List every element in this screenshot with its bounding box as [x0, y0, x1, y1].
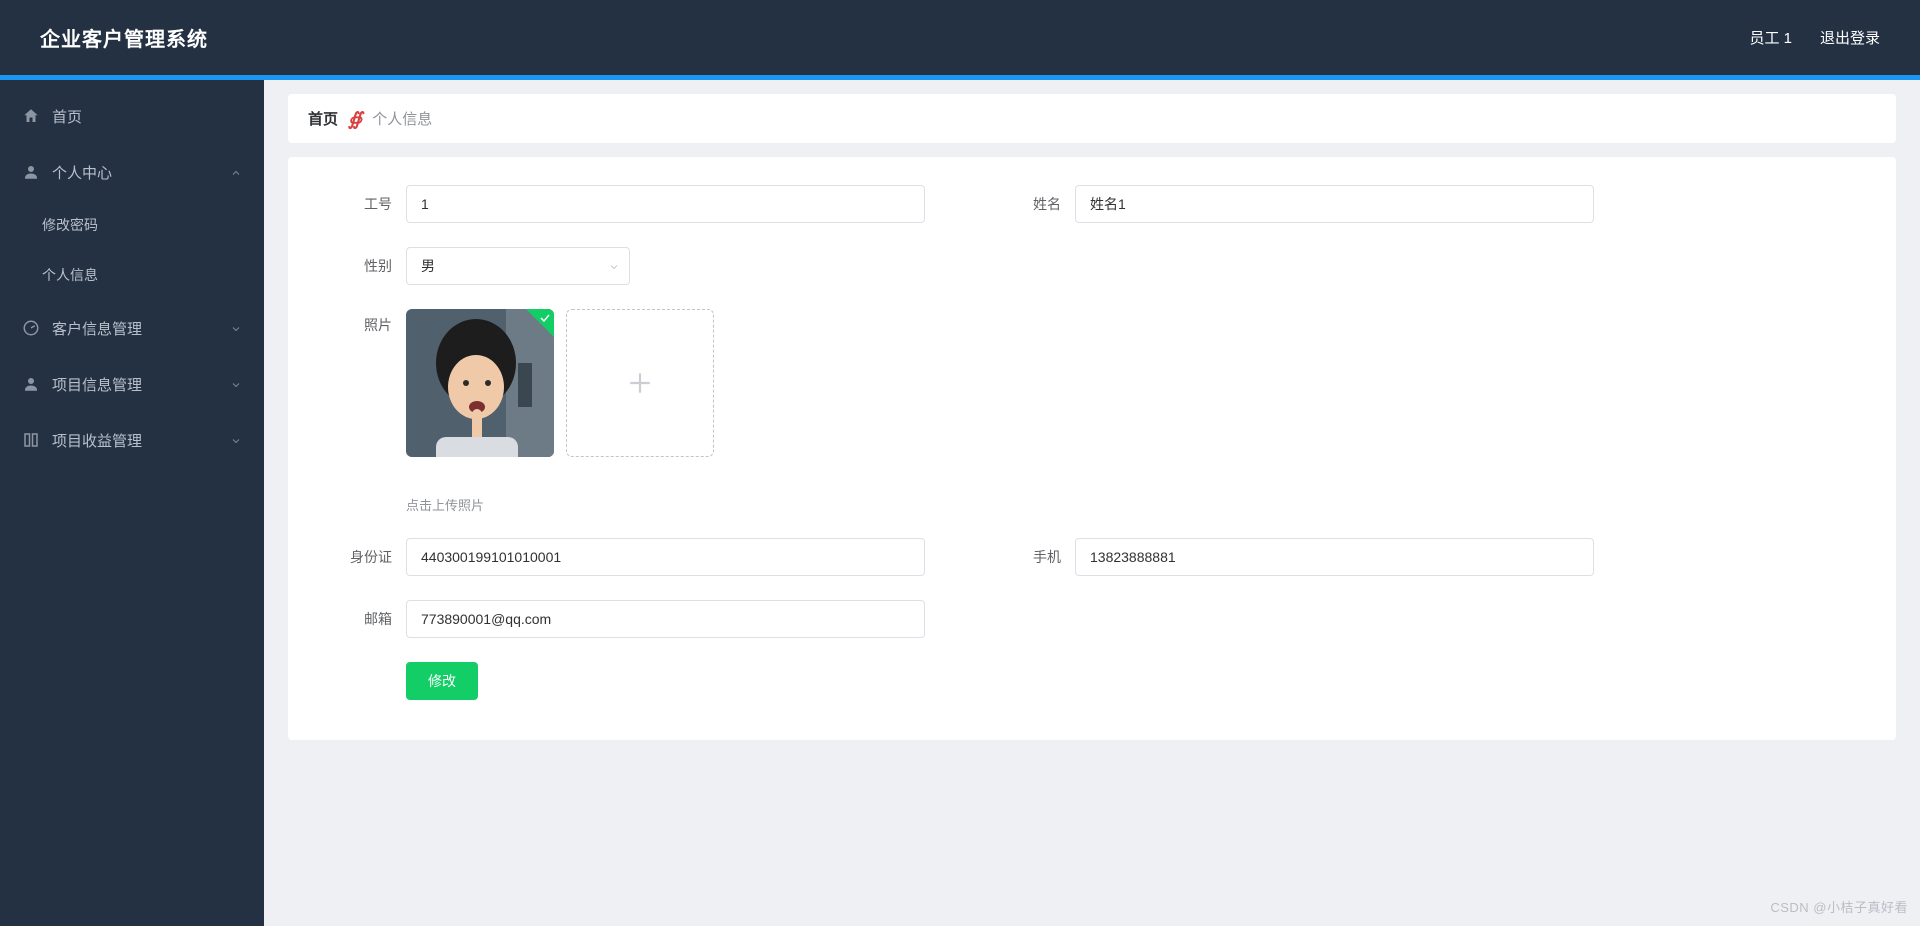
column-icon	[22, 431, 40, 449]
label-email: 邮箱	[336, 609, 392, 629]
sidebar-item-profile[interactable]: 个人信息	[0, 250, 264, 300]
submit-button[interactable]: 修改	[406, 662, 478, 700]
sidebar-item-label: 个人中心	[52, 162, 112, 183]
chevron-down-icon	[608, 260, 620, 272]
form-card: 工号 姓名 性别	[288, 157, 1896, 740]
photo-thumbs	[406, 309, 714, 457]
chevron-down-icon	[230, 378, 242, 390]
sidebar-item-home[interactable]: 首页	[0, 88, 264, 144]
email-input[interactable]	[406, 600, 925, 638]
label-gender: 性别	[336, 256, 392, 276]
name-input[interactable]	[1075, 185, 1594, 223]
sidebar-item-label: 修改密码	[42, 215, 98, 235]
sidebar-item-label: 项目收益管理	[52, 430, 142, 451]
user-box: 员工 1 退出登录	[1749, 27, 1880, 48]
sidebar-item-label: 客户信息管理	[52, 318, 142, 339]
label-photo: 照片	[336, 309, 392, 335]
sidebar-item-projects[interactable]: 项目信息管理	[0, 356, 264, 412]
breadcrumb-separator-icon: ∯	[348, 110, 362, 128]
sidebar-item-personal[interactable]: 个人中心	[0, 144, 264, 200]
label-phone: 手机	[1005, 547, 1061, 567]
sidebar-item-label: 首页	[52, 106, 82, 127]
breadcrumb: 首页 ∯ 个人信息	[288, 94, 1896, 143]
sidebar-item-customers[interactable]: 客户信息管理	[0, 300, 264, 356]
photo-uploader[interactable]	[566, 309, 714, 457]
breadcrumb-home[interactable]: 首页	[308, 108, 338, 129]
label-emp-no: 工号	[336, 194, 392, 214]
home-icon	[22, 107, 40, 125]
plus-icon	[627, 370, 653, 396]
app-title: 企业客户管理系统	[40, 23, 208, 52]
chevron-down-icon	[230, 434, 242, 446]
breadcrumb-current: 个人信息	[372, 108, 432, 129]
user-label[interactable]: 员工 1	[1749, 27, 1792, 48]
upload-hint: 点击上传照片	[406, 495, 1848, 514]
sidebar-item-revenue[interactable]: 项目收益管理	[0, 412, 264, 468]
topbar: 企业客户管理系统 员工 1 退出登录	[0, 0, 1920, 80]
sidebar-item-label: 个人信息	[42, 265, 98, 285]
gender-select-value[interactable]	[406, 247, 630, 285]
chevron-up-icon	[230, 166, 242, 178]
main: 首页 ∯ 个人信息 工号 姓名 性别	[264, 80, 1920, 926]
logout-link[interactable]: 退出登录	[1820, 27, 1880, 48]
emp-no-input[interactable]	[406, 185, 925, 223]
label-name: 姓名	[1005, 194, 1061, 214]
gender-select[interactable]	[406, 247, 630, 285]
user-icon	[22, 163, 40, 181]
phone-input[interactable]	[1075, 538, 1594, 576]
chevron-down-icon	[230, 322, 242, 334]
photo-thumb[interactable]	[406, 309, 554, 457]
check-icon	[539, 311, 551, 323]
sidebar-item-change-password[interactable]: 修改密码	[0, 200, 264, 250]
label-idcard: 身份证	[336, 547, 392, 567]
idcard-input[interactable]	[406, 538, 925, 576]
gauge-icon	[22, 319, 40, 337]
sidebar: 首页 个人中心 修改密码 个人信息 客户信息管理	[0, 80, 264, 926]
sidebar-item-label: 项目信息管理	[52, 374, 142, 395]
user-solid-icon	[22, 375, 40, 393]
